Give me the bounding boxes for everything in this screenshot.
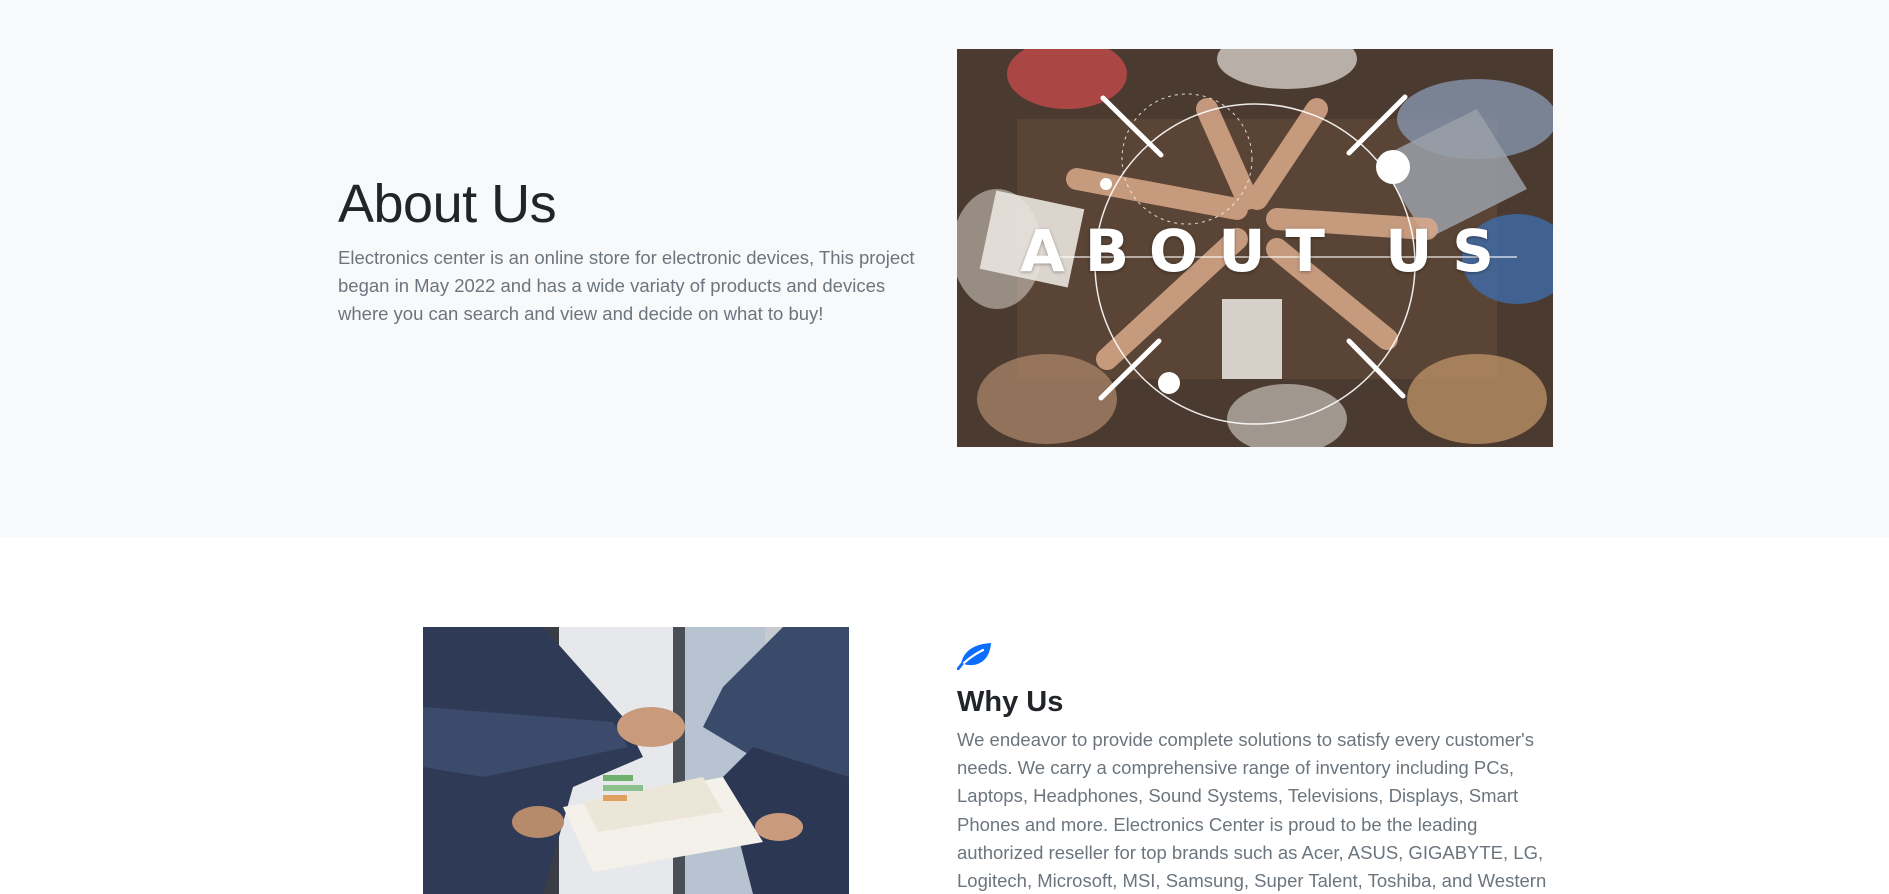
about-section: About Us Electronics center is an online… (0, 0, 1889, 537)
handshake-artwork (423, 627, 849, 894)
handshake-image (423, 627, 849, 894)
about-title: About Us (338, 174, 557, 234)
leaf-icon (957, 643, 991, 670)
about-description: Electronics center is an online store fo… (338, 247, 915, 324)
why-us-text-block: Why Us We endeavor to provide complete s… (957, 640, 1557, 894)
about-image-overlay-text: ABOUT US (1019, 217, 1515, 285)
about-us-image: ABOUT US (957, 49, 1553, 447)
about-text-block: About Us Electronics center is an online… (338, 172, 918, 328)
why-us-title: Why Us (957, 686, 1064, 718)
why-us-description: We endeavor to provide complete solution… (957, 729, 1547, 892)
